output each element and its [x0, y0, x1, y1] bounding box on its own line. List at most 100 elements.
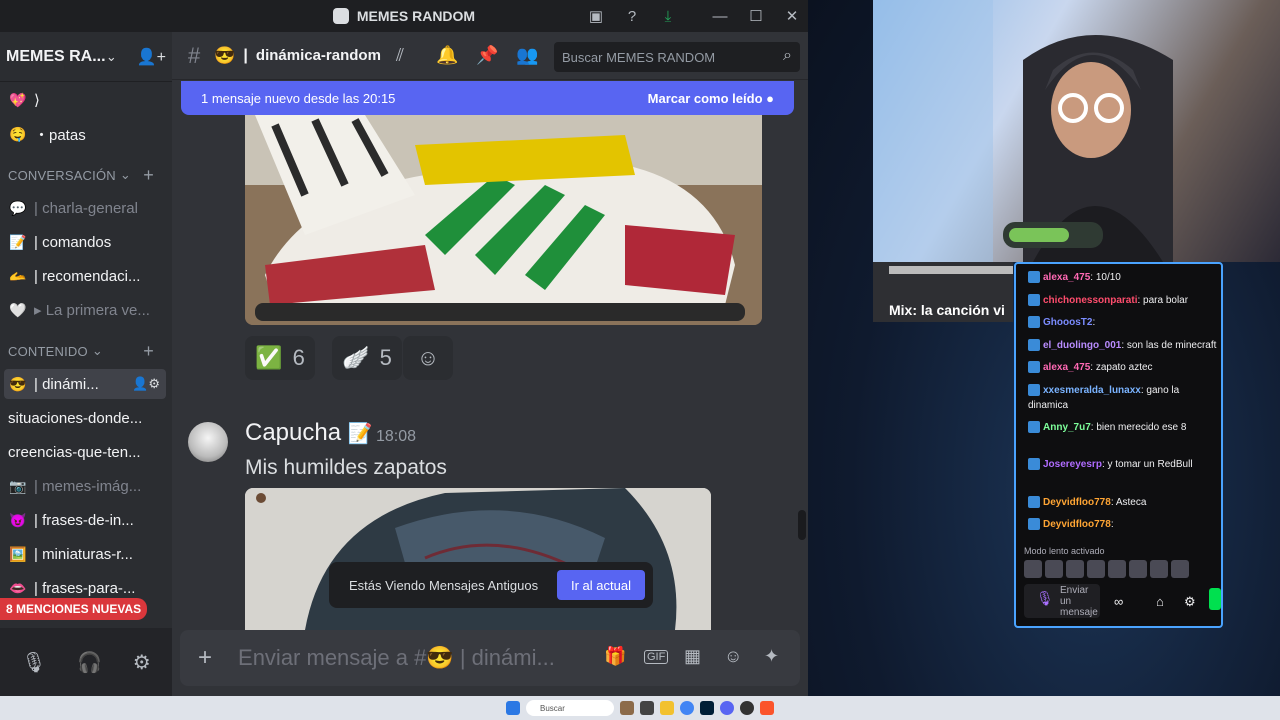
obs-icon[interactable] — [740, 701, 754, 715]
channel-item[interactable]: situaciones-donde... — [4, 403, 166, 433]
chat-input[interactable]: 🎙 Enviar un mensaje — [1024, 584, 1100, 618]
category-conversacion[interactable]: CONVERSACIÓN ⌄ + — [0, 164, 172, 186]
avatar[interactable] — [188, 422, 228, 462]
channel-item[interactable]: 🖼️ | miniaturas-r... — [4, 539, 166, 569]
shoe-image-1[interactable] — [245, 115, 762, 325]
badge-icon — [1028, 496, 1040, 509]
chat-username[interactable]: alexa_475 — [1043, 362, 1090, 373]
channel-item[interactable]: 💬 | charla-general — [4, 193, 166, 223]
add-attachment-icon[interactable]: + — [198, 644, 212, 672]
emote-icon[interactable] — [1129, 560, 1147, 578]
chat-username[interactable]: Josereyesrp — [1043, 459, 1102, 470]
channel-item[interactable]: 😎 | dinámi... 👤⚙ — [4, 369, 166, 399]
channel-points-icon[interactable]: ∞ — [1114, 594, 1123, 609]
scrollbar-thumb[interactable] — [798, 510, 806, 540]
chrome-icon[interactable] — [680, 701, 694, 715]
chat-username[interactable]: xxesmeralda_lunaxx — [1043, 385, 1141, 396]
channel-item[interactable]: 💖 ⟩ — [4, 85, 166, 115]
emote-icon[interactable] — [1150, 560, 1168, 578]
photoshop-icon[interactable] — [700, 701, 714, 715]
task-view-icon[interactable] — [640, 701, 654, 715]
channel-item[interactable]: 🤍 ▸ La primera ve... — [4, 295, 166, 325]
gear-icon[interactable]: ⚙ — [133, 650, 151, 675]
channel-label: | charla-general — [34, 199, 138, 217]
gift-icon[interactable]: 🎁 — [604, 646, 626, 667]
emote-icon[interactable] — [1024, 560, 1042, 578]
reaction-emoji: 🪽 — [342, 345, 370, 370]
chat-username[interactable]: Anny_7u7 — [1043, 422, 1091, 433]
headphones-icon[interactable]: 🎧 — [77, 650, 102, 675]
emote-icon[interactable] — [1045, 560, 1063, 578]
channel-item[interactable]: 🫴 | recomendaci... — [4, 261, 166, 291]
channel-settings-icon[interactable]: 👤⚙ — [132, 376, 160, 392]
emote-row[interactable] — [1024, 560, 1189, 578]
author-name[interactable]: Capucha — [245, 419, 341, 446]
chat-username[interactable]: GhooosT2 — [1043, 317, 1092, 328]
new-mentions-badge[interactable]: 8 MENCIONES NUEVAS — [0, 598, 148, 620]
screen: Mix: la canción vi alexa_475: 10/10 chich… — [0, 0, 1280, 720]
message-time: 18:08 — [376, 428, 417, 445]
new-messages-banner[interactable]: 1 mensaje nuevo desde las 20:15 Marcar c… — [181, 81, 794, 115]
shoe-image-2[interactable] — [245, 488, 711, 630]
inbox-icon[interactable]: ▣ — [578, 0, 614, 32]
chat-area: ✅ 6 🪽 5 ☺ Capucha 📝 18:08 Mis humildes zapa… — [172, 32, 808, 696]
pin-icon[interactable]: 📌 — [476, 45, 498, 66]
explorer-icon[interactable] — [660, 701, 674, 715]
read-icon: ● — [766, 90, 774, 106]
maximize-icon[interactable]: ☐ — [738, 0, 774, 32]
search-icon: ⌕ — [783, 47, 792, 64]
send-button[interactable] — [1209, 588, 1221, 610]
chat-username[interactable]: Deyvidfloo778 — [1043, 497, 1111, 508]
add-channel-icon[interactable]: + — [143, 341, 154, 362]
user-panel: 🎙 🎧 ⚙ — [0, 628, 172, 696]
server-header[interactable]: MEMES RA... ⌄ 👤+ — [0, 32, 172, 82]
discord-icon[interactable] — [720, 701, 734, 715]
chat-username[interactable]: alexa_475 — [1043, 272, 1090, 283]
chat-username[interactable]: chichonessonparati — [1043, 295, 1137, 306]
message-author[interactable]: Capucha 📝 — [245, 419, 373, 447]
store-icon[interactable]: ⌂ — [1156, 594, 1164, 609]
members-icon[interactable]: 👥 — [516, 45, 538, 66]
emote-icon[interactable] — [1087, 560, 1105, 578]
settings-icon[interactable]: ⚙ — [1184, 594, 1196, 610]
help-icon[interactable]: ? — [614, 0, 650, 32]
close-icon[interactable]: ✕ — [774, 0, 810, 32]
chat-username[interactable]: el_duolingo_001 — [1043, 340, 1121, 351]
channel-item[interactable]: 😈 | frases-de-in... — [4, 505, 166, 535]
download-icon[interactable]: ⤓ — [650, 0, 686, 32]
channel-item[interactable]: 📝 | comandos — [4, 227, 166, 257]
emote-icon[interactable] — [1171, 560, 1189, 578]
channel-emoji: 😎 — [214, 45, 236, 65]
reaction-button[interactable]: 🪽 5 — [332, 336, 402, 380]
minimize-icon[interactable]: — — [702, 0, 738, 32]
emote-icon[interactable] — [1108, 560, 1126, 578]
gif-icon[interactable]: GIF — [644, 650, 669, 664]
emoji-icon[interactable]: ☺ — [724, 646, 742, 667]
channel-item[interactable]: 📷 | memes-imág... — [4, 471, 166, 501]
brave-icon[interactable] — [760, 701, 774, 715]
sticker-icon[interactable]: ▦ — [684, 646, 701, 667]
add-channel-icon[interactable]: + — [143, 165, 154, 186]
channel-item[interactable]: creencias-que-ten... — [4, 437, 166, 467]
jump-to-present-button[interactable]: Ir al actual — [557, 570, 645, 600]
start-icon[interactable] — [506, 701, 520, 715]
window-title: MEMES RANDOM — [356, 8, 476, 24]
add-reaction-button[interactable]: ☺ — [403, 336, 453, 380]
emote-icon[interactable] — [1066, 560, 1084, 578]
apps-icon[interactable]: ✦ — [764, 646, 779, 667]
reaction-button[interactable]: ✅ 6 — [245, 336, 315, 380]
category-contenido[interactable]: CONTENIDO ⌄ + — [0, 340, 172, 362]
chat-message: Deyvidfloo778: — [1028, 517, 1218, 532]
chat-username[interactable]: Deyvidfloo778 — [1043, 519, 1111, 530]
taskbar-search[interactable]: Buscar — [526, 700, 614, 716]
invite-icon[interactable]: 👤+ — [137, 47, 166, 67]
mark-read-button[interactable]: Marcar como leído ● — [648, 91, 774, 106]
mic-icon[interactable]: 🎙 — [1036, 591, 1054, 605]
microphone-icon[interactable]: 🎙 — [21, 650, 46, 675]
bell-icon[interactable]: 🔔 — [436, 45, 458, 66]
search-input[interactable]: Buscar MEMES RANDOM ⌕ — [554, 42, 800, 72]
widget-icon[interactable] — [620, 701, 634, 715]
threads-icon[interactable]: ⫽ — [396, 45, 404, 66]
channel-item[interactable]: 🤤 ・patas — [4, 119, 166, 149]
message-composer[interactable]: + Enviar mensaje a #😎 | dinámi... 🎁 GIF … — [180, 630, 800, 686]
